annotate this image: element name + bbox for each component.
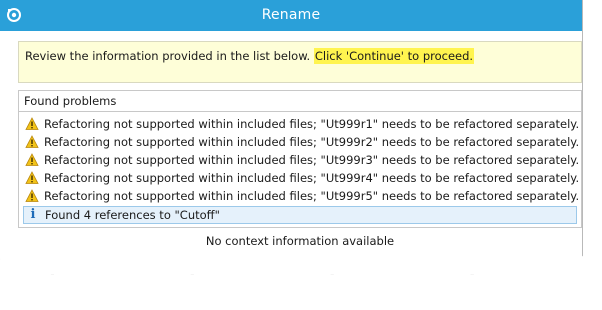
list-item-text: Refactoring not supported within include… [44,117,580,131]
found-problems-panel: Found problems Refactoring not supported… [18,90,582,228]
info-instruction: Review the information provided in the l… [25,49,314,63]
list-item-text: Refactoring not supported within include… [44,135,580,149]
warning-icon [25,135,39,148]
info-text: Review the information provided in the l… [25,48,475,64]
info-icon: i [30,207,36,222]
list-item[interactable]: Refactoring not supported within include… [23,187,580,205]
list-item[interactable]: Refactoring not supported within include… [23,133,580,151]
continue-hint: Click 'Continue' to proceed. [313,48,475,64]
warning-icon [25,153,39,166]
list-item-text: Found 4 references to "Cutoff" [45,208,220,222]
rename-dialog: Rename Review the information provided i… [0,0,583,275]
panel-header: Found problems [19,91,581,112]
list-item[interactable]: Refactoring not supported within include… [23,115,580,133]
title-bar[interactable]: Rename [0,0,582,31]
selected-list-item[interactable]: i Found 4 references to "Cutoff" [23,206,577,224]
list-item-text: Refactoring not supported within include… [44,153,580,167]
warning-icon [25,171,39,184]
list-item[interactable]: Refactoring not supported within include… [23,169,580,187]
context-info-text: No context information available [205,234,395,248]
problems-list[interactable]: Refactoring not supported within include… [19,112,581,224]
warning-icon [25,189,39,202]
list-item-text: Refactoring not supported within include… [44,189,580,203]
list-item-text: Refactoring not supported within include… [44,171,580,185]
list-item[interactable]: Refactoring not supported within include… [23,151,580,169]
dialog-title: Rename [261,7,321,23]
info-banner: Review the information provided in the l… [18,41,582,83]
warning-icon [25,117,39,130]
